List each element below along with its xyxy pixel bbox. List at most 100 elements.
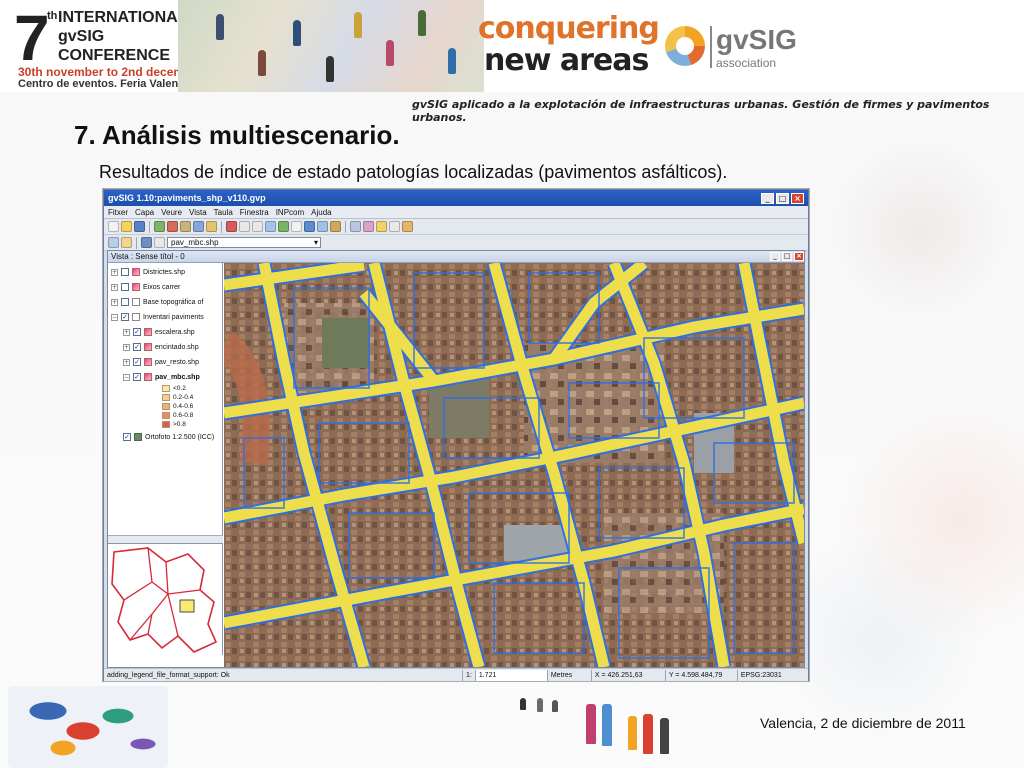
epsg-code: EPSG:23031 <box>736 669 785 681</box>
checkbox-checked[interactable]: ✓ <box>123 433 131 441</box>
checkbox-checked[interactable]: ✓ <box>133 328 141 336</box>
toc-item-pav-mbc[interactable]: − ✓ pav_mbc.shp <box>123 371 200 383</box>
status-message: adding_legend_file_format_support: Ok <box>107 671 230 679</box>
toc-item-eixos[interactable]: + Eixos carrer <box>111 281 180 293</box>
map-canvas[interactable] <box>224 263 804 667</box>
status-bar: adding_legend_file_format_support: Ok 1:… <box>104 668 808 681</box>
new-icon[interactable] <box>108 221 119 232</box>
expand-icon[interactable]: + <box>111 298 118 306</box>
active-layer-dropdown[interactable]: pav_mbc.shp <box>167 237 321 248</box>
checkbox-checked[interactable]: ✓ <box>133 358 141 366</box>
checkbox-checked[interactable]: ✓ <box>133 373 141 381</box>
layer-properties-icon[interactable] <box>180 221 191 232</box>
menu-capa[interactable]: Capa <box>135 206 154 218</box>
locator-icon[interactable] <box>350 221 361 232</box>
units-label: Metres <box>546 669 591 681</box>
expand-icon[interactable]: + <box>123 343 130 351</box>
menu-ajuda[interactable]: Ajuda <box>311 206 331 218</box>
zoom-in-icon[interactable] <box>239 221 250 232</box>
print-icon[interactable] <box>389 221 400 232</box>
collapse-icon[interactable]: − <box>123 373 130 381</box>
toc-item-label: Ortofoto 1:2.500 (ICC) <box>145 433 215 441</box>
legend-item: 0.4-0.6 <box>162 402 193 411</box>
zoom-out-icon[interactable] <box>252 221 263 232</box>
table-tools-icon[interactable] <box>154 237 165 248</box>
highlight-icon[interactable] <box>376 221 387 232</box>
remove-layer-icon[interactable] <box>167 221 178 232</box>
zoom-window-icon[interactable] <box>265 221 276 232</box>
layer-icon <box>144 358 152 366</box>
copy-icon[interactable] <box>121 237 132 248</box>
overview-districts-outline <box>111 547 218 653</box>
table-icon[interactable] <box>193 221 204 232</box>
menu-bar: Fitxer Capa Veure Vista Taula Finestra I… <box>104 206 808 219</box>
checkbox-checked[interactable]: ✓ <box>121 313 129 321</box>
toc-item-encintado[interactable]: + ✓ encintado.shp <box>123 341 199 353</box>
conference-line-3: CONFERENCE <box>58 47 171 64</box>
menu-inpcom[interactable]: INPcom <box>276 206 304 218</box>
toc-item-label: Base topográfica of <box>143 298 204 306</box>
header-map-banner <box>178 0 484 92</box>
collapse-icon[interactable]: − <box>111 313 118 321</box>
checkbox[interactable] <box>121 283 129 291</box>
view-maximize-button[interactable]: □ <box>782 252 792 261</box>
pin-icon[interactable] <box>226 221 237 232</box>
full-extent-icon[interactable] <box>278 221 289 232</box>
toolbar-separator <box>221 220 222 233</box>
view-minimize-button[interactable]: _ <box>770 252 780 261</box>
select-icon[interactable] <box>330 221 341 232</box>
save-icon[interactable] <box>134 221 145 232</box>
menu-vista[interactable]: Vista <box>189 206 207 218</box>
legend-swatch <box>162 403 170 410</box>
settings-gear-icon[interactable] <box>402 221 413 232</box>
checkbox-checked[interactable]: ✓ <box>133 343 141 351</box>
slide-title: 7. Análisis multiescenario. <box>74 120 400 150</box>
toc-item-districtes[interactable]: + Districtes.shp <box>111 266 185 278</box>
open-folder-icon[interactable] <box>121 221 132 232</box>
toc-scrollbar[interactable] <box>108 535 223 543</box>
locator-overview-map[interactable] <box>108 543 223 655</box>
expand-icon[interactable]: + <box>123 328 130 336</box>
expand-icon[interactable]: + <box>111 268 118 276</box>
layer-tools-icon[interactable] <box>141 237 152 248</box>
minimize-button[interactable]: _ <box>761 192 774 204</box>
measure-icon[interactable] <box>317 221 328 232</box>
checkbox[interactable] <box>121 268 129 276</box>
legend-swatch <box>162 394 170 401</box>
toc-item-base-topografica[interactable]: + Base topográfica of <box>111 296 203 308</box>
expand-icon[interactable]: + <box>111 283 118 291</box>
toc-item-pav-resto[interactable]: + ✓ pav_resto.shp <box>123 356 199 368</box>
legend-label: 0.4-0.6 <box>173 403 194 410</box>
layer-icon <box>132 283 140 291</box>
conference-ordinal: th <box>47 10 58 22</box>
toc-item-inventari[interactable]: − ✓ Inventari paviments <box>111 311 204 323</box>
conference-header: 7 th INTERNATIONAL gvSIG CONFERENCE 30th… <box>0 0 1024 92</box>
toc-item-label: pav_mbc.shp <box>155 373 200 381</box>
menu-veure[interactable]: Veure <box>161 206 182 218</box>
toc-item-escalera[interactable]: + ✓ escalera.shp <box>123 326 195 338</box>
scale-input[interactable]: 1.721 <box>474 669 547 681</box>
conference-line-2: gvSIG <box>58 28 105 45</box>
toc-item-ortofoto[interactable]: ✓ Ortofoto 1:2.500 (ICC) <box>123 431 214 443</box>
close-button[interactable]: × <box>791 192 804 204</box>
orthophoto-map <box>224 263 804 667</box>
legend-item: >0.8 <box>162 420 186 429</box>
view-close-button[interactable]: × <box>794 252 804 261</box>
layer-group-icon <box>132 313 140 321</box>
checkbox[interactable] <box>121 298 129 306</box>
x-coordinate: X = 426.251,63 <box>590 669 665 681</box>
pan-hand-icon[interactable] <box>291 221 302 232</box>
layout-icon[interactable] <box>206 221 217 232</box>
info-icon[interactable] <box>304 221 315 232</box>
logo-divider <box>710 26 712 68</box>
graph-icon[interactable] <box>363 221 374 232</box>
add-layer-icon[interactable] <box>154 221 165 232</box>
menu-finestra[interactable]: Finestra <box>240 206 269 218</box>
expand-icon[interactable]: + <box>123 358 130 366</box>
editing-icon[interactable] <box>108 237 119 248</box>
maximize-button[interactable]: □ <box>776 192 789 204</box>
footer-place-date: Valencia, 2 de diciembre de 2011 <box>760 715 966 731</box>
menu-taula[interactable]: Taula <box>214 206 233 218</box>
secondary-toolbar: pav_mbc.shp <box>104 235 808 251</box>
menu-fitxer[interactable]: Fitxer <box>108 206 128 218</box>
